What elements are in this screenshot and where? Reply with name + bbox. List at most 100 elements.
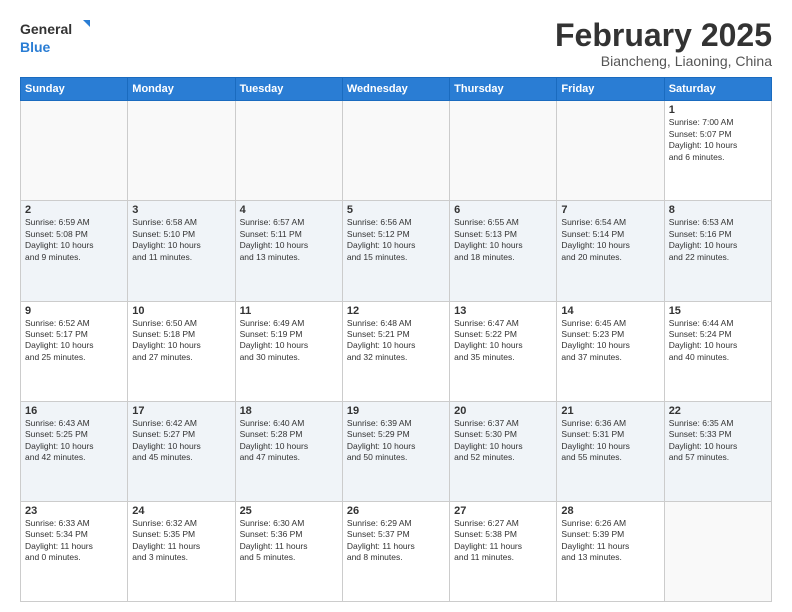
day-number: 28 [561, 505, 659, 517]
calendar-cell [342, 101, 449, 201]
day-number: 13 [454, 305, 552, 317]
day-number: 6 [454, 204, 552, 216]
day-number: 26 [347, 505, 445, 517]
calendar-cell: 20Sunrise: 6:37 AM Sunset: 5:30 PM Dayli… [450, 401, 557, 501]
day-info: Sunrise: 6:47 AM Sunset: 5:22 PM Dayligh… [454, 318, 552, 364]
day-info: Sunrise: 6:37 AM Sunset: 5:30 PM Dayligh… [454, 418, 552, 464]
weekday-thursday: Thursday [450, 78, 557, 101]
calendar-cell: 24Sunrise: 6:32 AM Sunset: 5:35 PM Dayli… [128, 501, 235, 601]
day-number: 25 [240, 505, 338, 517]
weekday-monday: Monday [128, 78, 235, 101]
calendar-cell: 4Sunrise: 6:57 AM Sunset: 5:11 PM Daylig… [235, 201, 342, 301]
day-number: 16 [25, 405, 123, 417]
weekday-sunday: Sunday [21, 78, 128, 101]
day-number: 12 [347, 305, 445, 317]
day-number: 5 [347, 204, 445, 216]
week-row-2: 9Sunrise: 6:52 AM Sunset: 5:17 PM Daylig… [21, 301, 772, 401]
calendar-cell: 10Sunrise: 6:50 AM Sunset: 5:18 PM Dayli… [128, 301, 235, 401]
calendar-cell: 27Sunrise: 6:27 AM Sunset: 5:38 PM Dayli… [450, 501, 557, 601]
logo-svg: General Blue [20, 18, 90, 58]
day-number: 23 [25, 505, 123, 517]
calendar-cell: 23Sunrise: 6:33 AM Sunset: 5:34 PM Dayli… [21, 501, 128, 601]
calendar-cell: 1Sunrise: 7:00 AM Sunset: 5:07 PM Daylig… [664, 101, 771, 201]
day-info: Sunrise: 6:53 AM Sunset: 5:16 PM Dayligh… [669, 217, 767, 263]
day-number: 9 [25, 305, 123, 317]
calendar-cell: 16Sunrise: 6:43 AM Sunset: 5:25 PM Dayli… [21, 401, 128, 501]
day-info: Sunrise: 6:33 AM Sunset: 5:34 PM Dayligh… [25, 518, 123, 564]
calendar-cell: 19Sunrise: 6:39 AM Sunset: 5:29 PM Dayli… [342, 401, 449, 501]
calendar-table: SundayMondayTuesdayWednesdayThursdayFrid… [20, 77, 772, 602]
day-info: Sunrise: 6:48 AM Sunset: 5:21 PM Dayligh… [347, 318, 445, 364]
svg-text:Blue: Blue [20, 39, 51, 55]
day-info: Sunrise: 6:58 AM Sunset: 5:10 PM Dayligh… [132, 217, 230, 263]
calendar-cell [128, 101, 235, 201]
calendar-cell: 5Sunrise: 6:56 AM Sunset: 5:12 PM Daylig… [342, 201, 449, 301]
week-row-1: 2Sunrise: 6:59 AM Sunset: 5:08 PM Daylig… [21, 201, 772, 301]
day-number: 8 [669, 204, 767, 216]
calendar-cell: 2Sunrise: 6:59 AM Sunset: 5:08 PM Daylig… [21, 201, 128, 301]
day-info: Sunrise: 6:55 AM Sunset: 5:13 PM Dayligh… [454, 217, 552, 263]
calendar-cell: 3Sunrise: 6:58 AM Sunset: 5:10 PM Daylig… [128, 201, 235, 301]
day-info: Sunrise: 6:50 AM Sunset: 5:18 PM Dayligh… [132, 318, 230, 364]
day-info: Sunrise: 6:32 AM Sunset: 5:35 PM Dayligh… [132, 518, 230, 564]
day-number: 22 [669, 405, 767, 417]
calendar-cell: 6Sunrise: 6:55 AM Sunset: 5:13 PM Daylig… [450, 201, 557, 301]
day-info: Sunrise: 6:27 AM Sunset: 5:38 PM Dayligh… [454, 518, 552, 564]
calendar-cell: 21Sunrise: 6:36 AM Sunset: 5:31 PM Dayli… [557, 401, 664, 501]
weekday-saturday: Saturday [664, 78, 771, 101]
calendar-cell: 8Sunrise: 6:53 AM Sunset: 5:16 PM Daylig… [664, 201, 771, 301]
day-info: Sunrise: 6:30 AM Sunset: 5:36 PM Dayligh… [240, 518, 338, 564]
day-number: 18 [240, 405, 338, 417]
month-title: February 2025 [555, 18, 772, 53]
week-row-4: 23Sunrise: 6:33 AM Sunset: 5:34 PM Dayli… [21, 501, 772, 601]
day-number: 10 [132, 305, 230, 317]
day-number: 17 [132, 405, 230, 417]
day-info: Sunrise: 6:56 AM Sunset: 5:12 PM Dayligh… [347, 217, 445, 263]
calendar-cell [664, 501, 771, 601]
page: General Blue February 2025 Biancheng, Li… [0, 0, 792, 612]
day-info: Sunrise: 7:00 AM Sunset: 5:07 PM Dayligh… [669, 117, 767, 163]
day-info: Sunrise: 6:43 AM Sunset: 5:25 PM Dayligh… [25, 418, 123, 464]
calendar-cell: 17Sunrise: 6:42 AM Sunset: 5:27 PM Dayli… [128, 401, 235, 501]
calendar-cell: 12Sunrise: 6:48 AM Sunset: 5:21 PM Dayli… [342, 301, 449, 401]
logo: General Blue [20, 18, 90, 58]
day-info: Sunrise: 6:44 AM Sunset: 5:24 PM Dayligh… [669, 318, 767, 364]
title-block: February 2025 Biancheng, Liaoning, China [555, 18, 772, 69]
calendar-cell [450, 101, 557, 201]
weekday-tuesday: Tuesday [235, 78, 342, 101]
week-row-0: 1Sunrise: 7:00 AM Sunset: 5:07 PM Daylig… [21, 101, 772, 201]
day-info: Sunrise: 6:52 AM Sunset: 5:17 PM Dayligh… [25, 318, 123, 364]
day-number: 2 [25, 204, 123, 216]
weekday-header-row: SundayMondayTuesdayWednesdayThursdayFrid… [21, 78, 772, 101]
day-number: 1 [669, 104, 767, 116]
calendar-cell: 7Sunrise: 6:54 AM Sunset: 5:14 PM Daylig… [557, 201, 664, 301]
calendar-cell: 26Sunrise: 6:29 AM Sunset: 5:37 PM Dayli… [342, 501, 449, 601]
location-subtitle: Biancheng, Liaoning, China [555, 53, 772, 69]
day-info: Sunrise: 6:57 AM Sunset: 5:11 PM Dayligh… [240, 217, 338, 263]
day-number: 14 [561, 305, 659, 317]
day-info: Sunrise: 6:54 AM Sunset: 5:14 PM Dayligh… [561, 217, 659, 263]
day-info: Sunrise: 6:40 AM Sunset: 5:28 PM Dayligh… [240, 418, 338, 464]
weekday-wednesday: Wednesday [342, 78, 449, 101]
day-number: 21 [561, 405, 659, 417]
calendar-cell: 13Sunrise: 6:47 AM Sunset: 5:22 PM Dayli… [450, 301, 557, 401]
header: General Blue February 2025 Biancheng, Li… [20, 18, 772, 69]
calendar-cell [21, 101, 128, 201]
day-number: 11 [240, 305, 338, 317]
day-info: Sunrise: 6:26 AM Sunset: 5:39 PM Dayligh… [561, 518, 659, 564]
calendar-cell: 22Sunrise: 6:35 AM Sunset: 5:33 PM Dayli… [664, 401, 771, 501]
calendar-cell: 18Sunrise: 6:40 AM Sunset: 5:28 PM Dayli… [235, 401, 342, 501]
day-info: Sunrise: 6:36 AM Sunset: 5:31 PM Dayligh… [561, 418, 659, 464]
day-number: 4 [240, 204, 338, 216]
calendar-cell: 25Sunrise: 6:30 AM Sunset: 5:36 PM Dayli… [235, 501, 342, 601]
calendar-cell [557, 101, 664, 201]
day-info: Sunrise: 6:35 AM Sunset: 5:33 PM Dayligh… [669, 418, 767, 464]
calendar-cell: 14Sunrise: 6:45 AM Sunset: 5:23 PM Dayli… [557, 301, 664, 401]
day-number: 19 [347, 405, 445, 417]
calendar-cell: 9Sunrise: 6:52 AM Sunset: 5:17 PM Daylig… [21, 301, 128, 401]
week-row-3: 16Sunrise: 6:43 AM Sunset: 5:25 PM Dayli… [21, 401, 772, 501]
calendar-cell: 28Sunrise: 6:26 AM Sunset: 5:39 PM Dayli… [557, 501, 664, 601]
calendar-cell: 11Sunrise: 6:49 AM Sunset: 5:19 PM Dayli… [235, 301, 342, 401]
day-info: Sunrise: 6:29 AM Sunset: 5:37 PM Dayligh… [347, 518, 445, 564]
day-number: 24 [132, 505, 230, 517]
